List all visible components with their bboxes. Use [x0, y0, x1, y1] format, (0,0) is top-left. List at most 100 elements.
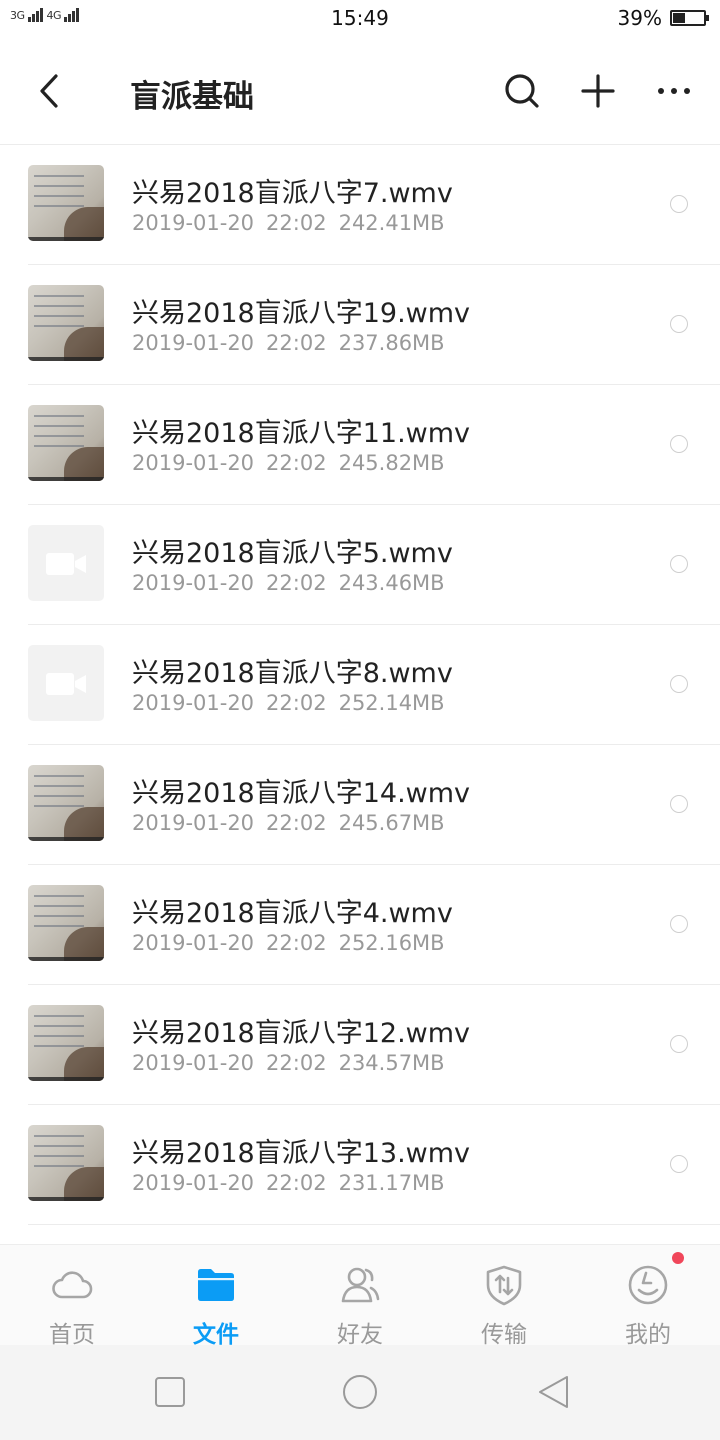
file-date: 2019-01-20 — [132, 931, 255, 955]
video-thumbnail — [28, 285, 104, 361]
file-meta: 2019-01-20 22:02 234.57MB — [132, 1051, 457, 1075]
battery-percent: 39% — [617, 6, 662, 30]
file-time: 22:02 — [266, 451, 327, 475]
file-meta: 2019-01-20 22:02 243.46MB — [132, 571, 457, 595]
video-thumbnail — [28, 405, 104, 481]
select-checkbox[interactable] — [670, 795, 688, 813]
file-meta: 2019-01-20 22:02 242.41MB — [132, 211, 457, 235]
back-arrow-icon[interactable] — [28, 68, 74, 114]
file-row[interactable]: 兴易2018盲派八字12.wmv 2019-01-20 22:02 234.57MB — [0, 985, 720, 1105]
file-size: 242.41MB — [338, 211, 445, 235]
nav-label-profile: 我的 — [625, 1322, 671, 1348]
video-thumbnail — [28, 1005, 104, 1081]
friends-icon — [341, 1267, 380, 1303]
file-meta: 2019-01-20 22:02 231.17MB — [132, 1171, 457, 1195]
page-title: 盲派基础 — [130, 79, 254, 115]
file-time: 22:02 — [266, 691, 327, 715]
file-row[interactable]: 兴易2018盲派八字4.wmv 2019-01-20 22:02 252.16MB — [0, 865, 720, 985]
file-size: 234.57MB — [338, 1051, 445, 1075]
file-row[interactable]: 兴易2018盲派八字14.wmv 2019-01-20 22:02 245.67MB — [0, 745, 720, 865]
file-row[interactable]: 兴易2018盲派八字5.wmv 2019-01-20 22:02 243.46MB — [0, 505, 720, 625]
video-thumbnail — [28, 765, 104, 841]
file-name: 兴易2018盲派八字7.wmv — [132, 178, 453, 209]
battery-indicator: 39% — [617, 6, 709, 30]
file-date: 2019-01-20 — [132, 1171, 255, 1195]
cloud-icon — [52, 1271, 93, 1299]
app-header: 盲派基础 — [0, 38, 720, 145]
select-checkbox[interactable] — [670, 1035, 688, 1053]
notification-badge — [672, 1252, 684, 1264]
select-checkbox[interactable] — [670, 1155, 688, 1173]
video-thumbnail — [28, 1125, 104, 1201]
file-name: 兴易2018盲派八字13.wmv — [132, 1138, 471, 1169]
file-row[interactable]: 兴易2018盲派八字13.wmv 2019-01-20 22:02 231.17MB — [0, 1105, 720, 1225]
file-date: 2019-01-20 — [132, 211, 255, 235]
file-size: 237.86MB — [338, 331, 445, 355]
file-name: 兴易2018盲派八字19.wmv — [132, 298, 471, 329]
profile-icon — [628, 1265, 668, 1305]
nav-label-home: 首页 — [49, 1322, 95, 1348]
nav-item-transfer[interactable]: 传输 — [432, 1245, 576, 1348]
nav-item-profile[interactable]: 我的 — [576, 1245, 720, 1348]
file-row[interactable]: 兴易2018盲派八字11.wmv 2019-01-20 22:02 245.82MB — [0, 385, 720, 505]
more-icon[interactable] — [651, 68, 697, 114]
select-checkbox[interactable] — [670, 195, 688, 213]
file-date: 2019-01-20 — [132, 1051, 255, 1075]
file-meta: 2019-01-20 22:02 245.67MB — [132, 811, 457, 835]
file-date: 2019-01-20 — [132, 691, 255, 715]
select-checkbox[interactable] — [670, 555, 688, 573]
plus-icon[interactable] — [575, 68, 621, 114]
recent-apps-icon[interactable] — [151, 1373, 189, 1411]
nav-item-friends[interactable]: 好友 — [288, 1245, 432, 1348]
video-thumbnail — [28, 885, 104, 961]
video-placeholder-icon — [28, 525, 104, 601]
folder-icon — [198, 1269, 234, 1301]
nav-item-files[interactable]: 文件 — [144, 1245, 288, 1348]
bottom-nav: 首页 文件 好友 传输 我的 — [0, 1244, 720, 1348]
file-time: 22:02 — [266, 1171, 327, 1195]
file-time: 22:02 — [266, 811, 327, 835]
file-row[interactable]: 兴易2018盲派八字7.wmv 2019-01-20 22:02 242.41MB — [0, 145, 720, 265]
nav-label-transfer: 传输 — [481, 1322, 527, 1348]
file-time: 22:02 — [266, 1051, 327, 1075]
file-time: 22:02 — [266, 931, 327, 955]
select-checkbox[interactable] — [670, 915, 688, 933]
file-name: 兴易2018盲派八字14.wmv — [132, 778, 471, 809]
nav-label-friends: 好友 — [337, 1322, 383, 1348]
file-name: 兴易2018盲派八字11.wmv — [132, 418, 471, 449]
row-divider — [28, 1224, 720, 1225]
file-date: 2019-01-20 — [132, 811, 255, 835]
video-placeholder-icon — [28, 645, 104, 721]
system-nav-bar — [0, 1345, 720, 1440]
file-name: 兴易2018盲派八字4.wmv — [132, 898, 453, 929]
nav-item-home[interactable]: 首页 — [0, 1245, 144, 1348]
file-time: 22:02 — [266, 211, 327, 235]
file-name: 兴易2018盲派八字12.wmv — [132, 1018, 471, 1049]
video-thumbnail — [28, 165, 104, 241]
file-meta: 2019-01-20 22:02 237.86MB — [132, 331, 457, 355]
file-size: 252.14MB — [338, 691, 445, 715]
file-date: 2019-01-20 — [132, 571, 255, 595]
transfer-icon — [486, 1265, 522, 1306]
file-size: 243.46MB — [338, 571, 445, 595]
search-icon[interactable] — [499, 68, 545, 114]
file-date: 2019-01-20 — [132, 451, 255, 475]
file-row[interactable]: 兴易2018盲派八字8.wmv 2019-01-20 22:02 252.14MB — [0, 625, 720, 745]
file-size: 245.67MB — [338, 811, 445, 835]
file-meta: 2019-01-20 22:02 245.82MB — [132, 451, 457, 475]
select-checkbox[interactable] — [670, 315, 688, 333]
status-bar: 3G 4G 15:49 39% — [0, 0, 720, 38]
file-row[interactable]: 兴易2018盲派八字19.wmv 2019-01-20 22:02 237.86MB — [0, 265, 720, 385]
battery-icon — [670, 10, 709, 26]
file-list: 兴易2018盲派八字7.wmv 2019-01-20 22:02 242.41MB 兴易… — [0, 145, 720, 1225]
file-size: 231.17MB — [338, 1171, 445, 1195]
clock: 15:49 — [331, 6, 389, 30]
file-name: 兴易2018盲派八字8.wmv — [132, 658, 453, 689]
file-time: 22:02 — [266, 571, 327, 595]
select-checkbox[interactable] — [670, 435, 688, 453]
file-meta: 2019-01-20 22:02 252.16MB — [132, 931, 457, 955]
file-size: 245.82MB — [338, 451, 445, 475]
back-triangle-icon[interactable] — [535, 1373, 573, 1411]
select-checkbox[interactable] — [670, 675, 688, 693]
home-icon[interactable] — [341, 1373, 379, 1411]
